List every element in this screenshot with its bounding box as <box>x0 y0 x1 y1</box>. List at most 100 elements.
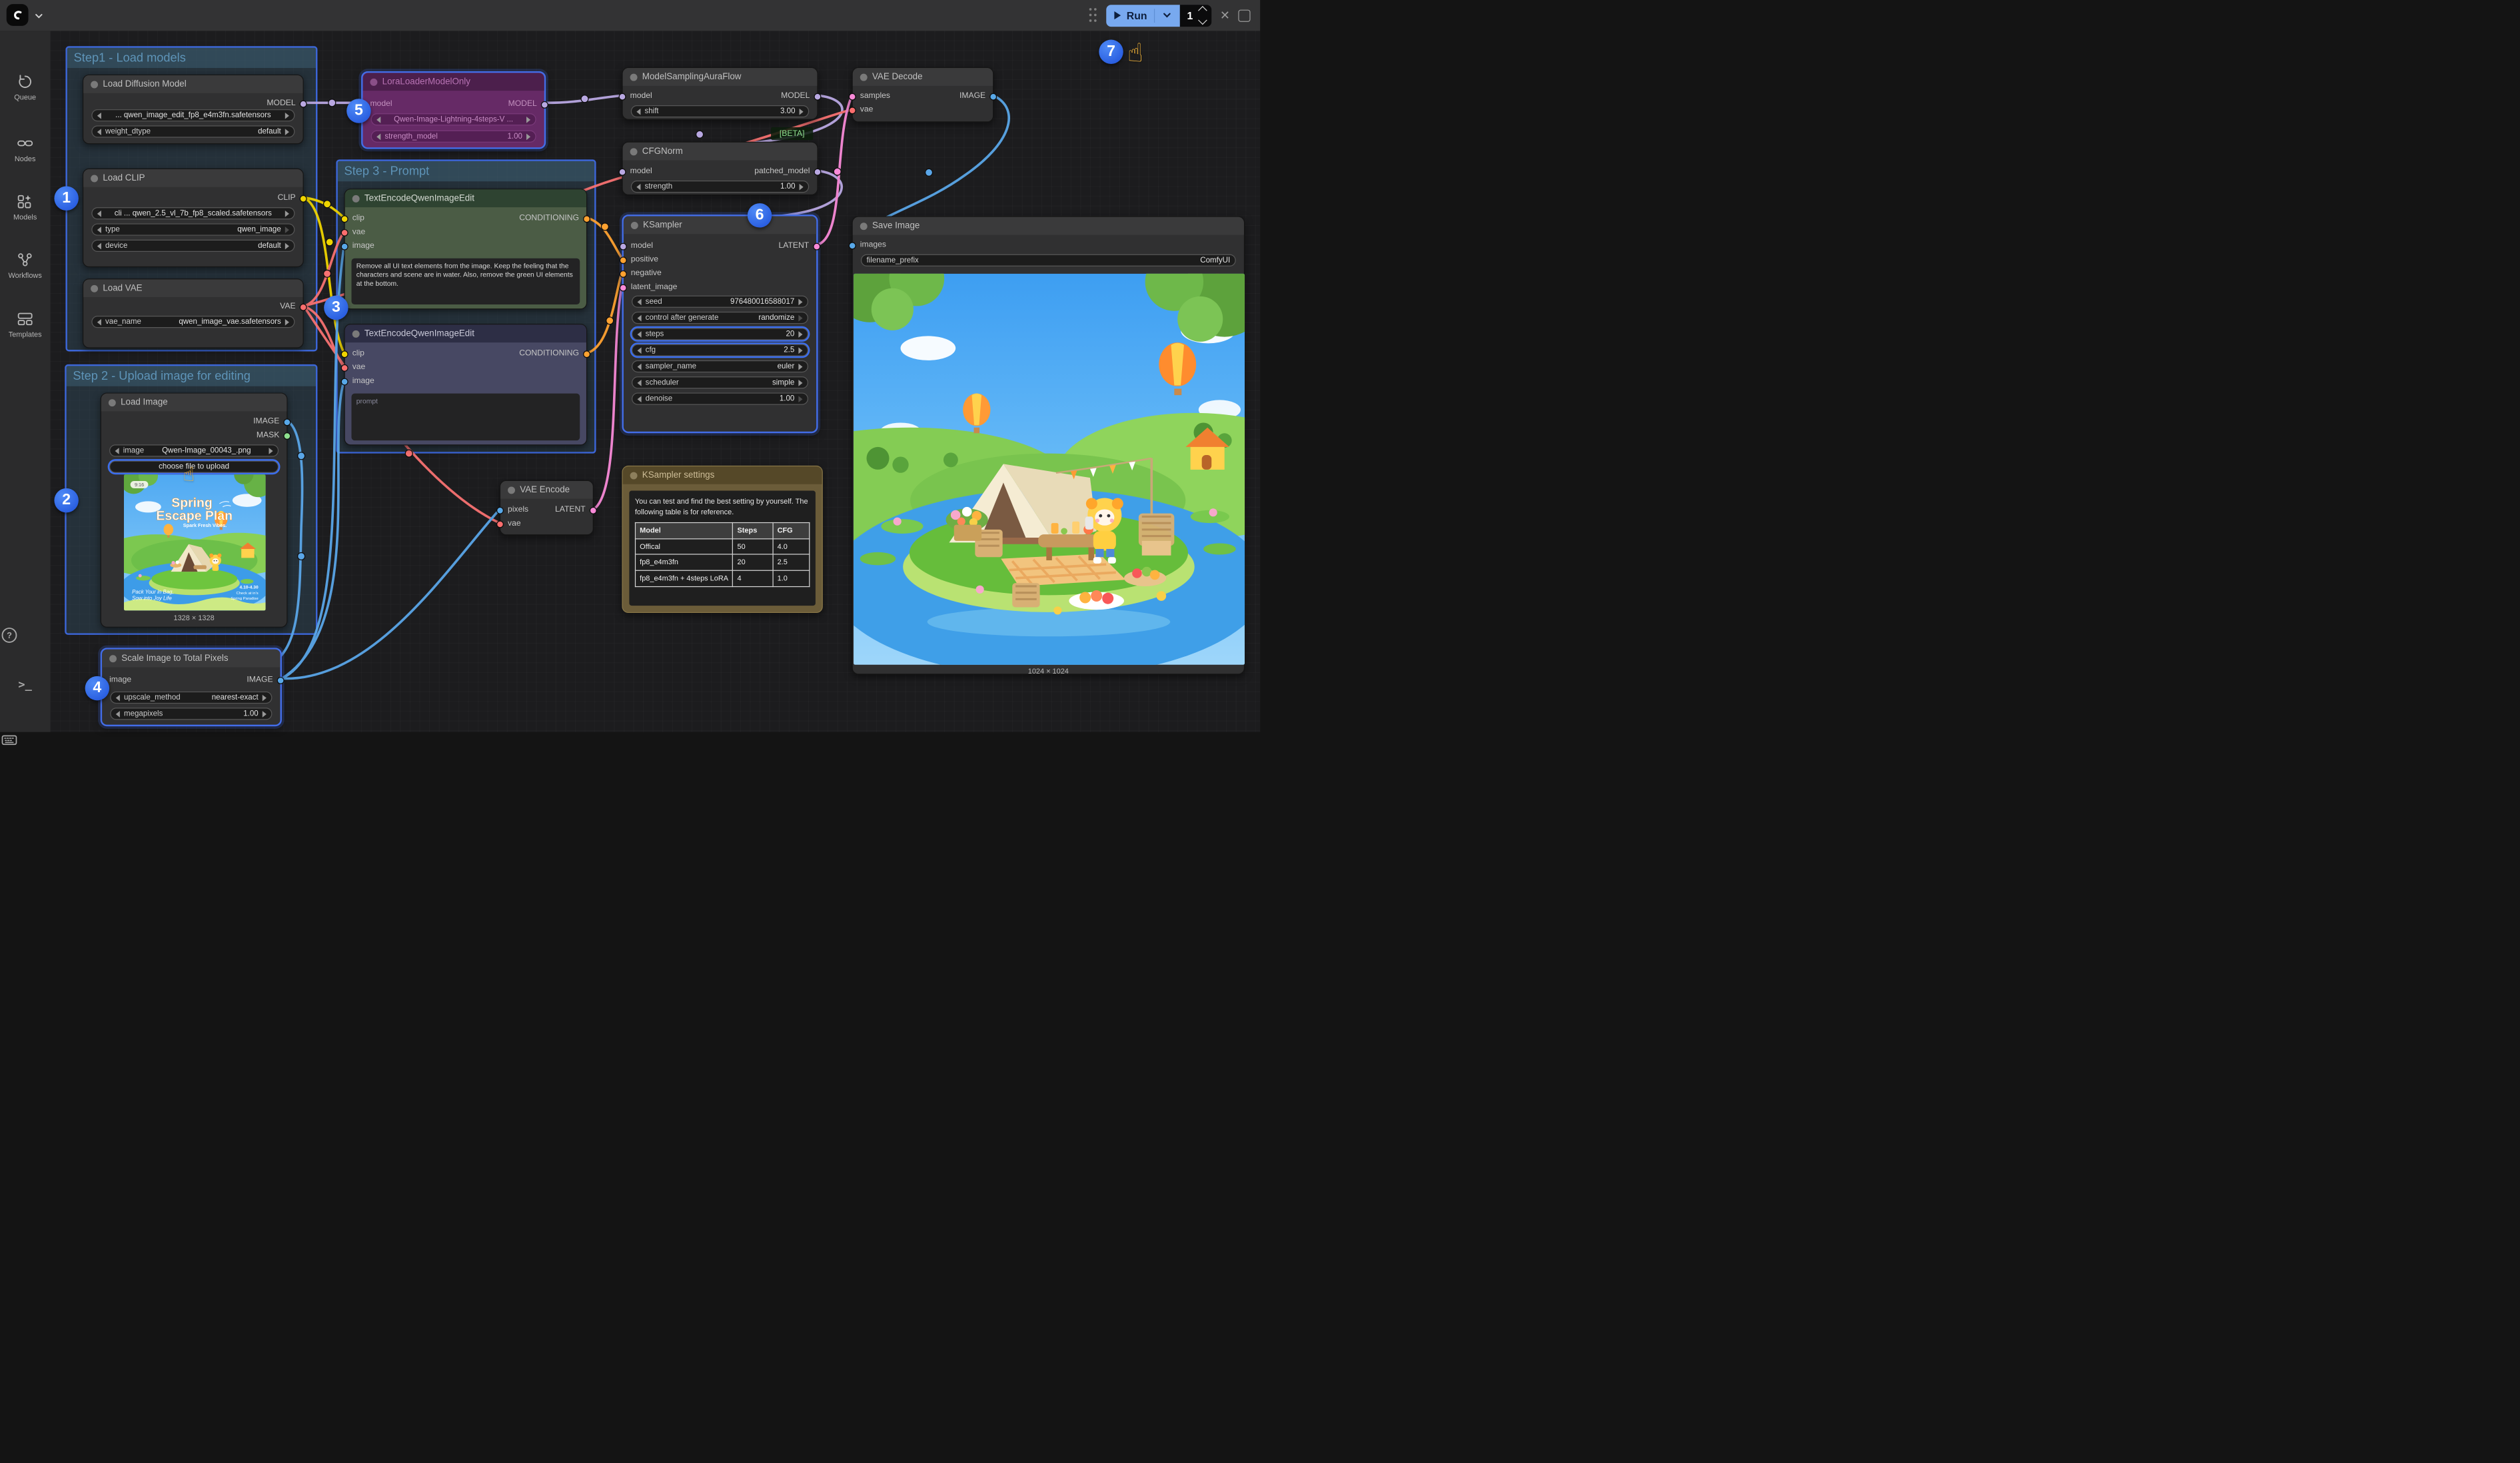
node-lora-loader[interactable]: LoraLoaderModelOnly model MODEL Qwen-Ima… <box>361 71 546 149</box>
latent-output-port[interactable] <box>590 507 597 514</box>
scheduler-widget[interactable]: scheduler simple <box>632 376 808 388</box>
shift-widget[interactable]: shift 3.00 <box>631 105 809 117</box>
next-option-icon[interactable] <box>263 694 267 701</box>
sidebar-item-templates[interactable]: Templates <box>0 310 50 338</box>
prev-option-icon[interactable] <box>116 711 120 718</box>
collapse-dot-icon[interactable] <box>352 330 360 337</box>
next-option-icon[interactable] <box>800 183 804 190</box>
next-option-icon[interactable] <box>285 243 289 249</box>
model-input-port[interactable] <box>620 243 627 250</box>
denoise-widget[interactable]: denoise 1.00 <box>632 392 808 404</box>
clip-name-widget[interactable]: cli ... qwen_2.5_vl_7b_fp8_scaled.safete… <box>91 207 295 219</box>
next-option-icon[interactable] <box>285 129 289 135</box>
clear-queue-icon[interactable]: ✕ <box>1220 9 1230 21</box>
strength-model-widget[interactable]: strength_model 1.00 <box>371 131 536 143</box>
next-option-icon[interactable] <box>798 330 802 337</box>
unet-name-widget[interactable]: ... qwen_image_edit_fp8_e4m3fn.safetenso… <box>91 109 295 121</box>
node-load-clip[interactable]: Load CLIP CLIP cli ... qwen_2.5_vl_7b_fp… <box>83 169 304 267</box>
patched-model-output-port[interactable] <box>814 169 821 176</box>
collapse-dot-icon[interactable] <box>631 221 638 229</box>
samples-input-port[interactable] <box>849 93 856 101</box>
next-option-icon[interactable] <box>285 210 289 217</box>
image-output-port[interactable] <box>989 93 997 101</box>
focus-mode-icon[interactable] <box>1238 9 1250 21</box>
latent-image-input-port[interactable] <box>620 284 627 292</box>
prev-option-icon[interactable] <box>638 298 642 305</box>
decrement-icon[interactable] <box>1199 16 1208 25</box>
collapse-dot-icon[interactable] <box>109 399 116 406</box>
vae-output-port[interactable] <box>300 304 307 311</box>
collapse-dot-icon[interactable] <box>508 486 515 494</box>
next-option-icon[interactable] <box>798 396 802 402</box>
next-option-icon[interactable] <box>798 363 802 370</box>
seed-widget[interactable]: seed 976480016588017 <box>632 296 808 308</box>
prev-option-icon[interactable] <box>638 396 642 402</box>
conditioning-output-port[interactable] <box>583 350 590 358</box>
node-vae-encode[interactable]: VAE Encode pixels vae LATENT <box>500 480 594 536</box>
clip-type-widget[interactable]: type qwen_image <box>91 223 295 235</box>
image-input-port[interactable] <box>341 378 348 386</box>
cfg-widget[interactable]: cfg 2.5 <box>632 344 808 356</box>
batch-count-input[interactable]: 1 <box>1180 5 1211 27</box>
node-scale-image[interactable]: Scale Image to Total Pixels image IMAGE … <box>101 648 282 726</box>
prev-option-icon[interactable] <box>638 347 642 354</box>
images-input-port[interactable] <box>849 242 856 249</box>
clip-input-port[interactable] <box>341 215 348 223</box>
prev-option-icon[interactable] <box>638 363 642 370</box>
run-button[interactable]: Run <box>1106 5 1180 27</box>
collapse-dot-icon[interactable] <box>352 195 360 202</box>
prev-option-icon[interactable] <box>97 243 101 249</box>
mask-output-port[interactable] <box>283 432 291 440</box>
prev-option-icon[interactable] <box>115 448 119 454</box>
vae-input-port[interactable] <box>341 229 348 237</box>
sampler-name-widget[interactable]: sampler_name euler <box>632 360 808 372</box>
next-option-icon[interactable] <box>798 298 802 305</box>
increment-icon[interactable] <box>1199 6 1208 15</box>
prev-option-icon[interactable] <box>97 318 101 325</box>
prev-option-icon[interactable] <box>97 227 101 233</box>
prev-option-icon[interactable] <box>636 108 640 115</box>
collapse-dot-icon[interactable] <box>630 73 638 81</box>
node-load-image[interactable]: Load Image IMAGE MASK image Qwen-Image_0… <box>101 392 288 627</box>
node-save-image[interactable]: Save Image images filename_prefix ComfyU… <box>852 217 1245 675</box>
toolbar-drag-handle[interactable] <box>1089 8 1097 23</box>
node-vae-decode[interactable]: VAE Decode samples vae IMAGE <box>852 67 994 123</box>
upscale-method-widget[interactable]: upscale_method nearest-exact <box>110 692 272 704</box>
prev-option-icon[interactable] <box>638 330 642 337</box>
node-load-vae[interactable]: Load VAE VAE vae_name qwen_image_vae.saf… <box>83 278 304 348</box>
weight-dtype-widget[interactable]: weight_dtype default <box>91 125 295 137</box>
prompt-textarea[interactable]: prompt <box>351 394 580 440</box>
comfyui-logo[interactable] <box>7 4 29 26</box>
clip-input-port[interactable] <box>341 350 348 358</box>
terminal-button[interactable]: >_ <box>0 679 50 692</box>
model-output-port[interactable] <box>300 101 307 108</box>
node-cfg-norm[interactable]: CFGNorm model patched_model strength 1.0… <box>622 142 818 195</box>
prev-option-icon[interactable] <box>97 112 101 119</box>
collapse-dot-icon[interactable] <box>860 223 868 230</box>
vae-name-widget[interactable]: vae_name qwen_image_vae.safetensors <box>91 316 295 328</box>
collapse-dot-icon[interactable] <box>91 284 98 292</box>
collapse-dot-icon[interactable] <box>370 78 377 85</box>
next-option-icon[interactable] <box>798 379 802 386</box>
model-input-port[interactable] <box>619 93 626 101</box>
collapse-dot-icon[interactable] <box>109 655 117 662</box>
next-option-icon[interactable] <box>269 448 273 454</box>
node-ksampler[interactable]: KSampler model positive negative latent_… <box>622 215 818 433</box>
next-option-icon[interactable] <box>798 314 802 321</box>
node-model-sampling-auraflow[interactable]: ModelSamplingAuraFlow model MODEL shift … <box>622 67 818 120</box>
collapse-dot-icon[interactable] <box>630 472 638 479</box>
model-output-port[interactable] <box>541 101 548 109</box>
lora-name-widget[interactable]: Qwen-Image-Lightning-4steps-V ... <box>371 113 536 125</box>
sidebar-item-workflows[interactable]: Workflows <box>0 251 50 280</box>
node-text-encode-positive[interactable]: TextEncodeQwenImageEdit clip vae image C… <box>344 189 588 309</box>
prev-option-icon[interactable] <box>376 116 380 123</box>
vae-input-port[interactable] <box>341 364 348 372</box>
image-output-port[interactable] <box>277 677 285 684</box>
latent-output-port[interactable] <box>813 243 820 250</box>
next-option-icon[interactable] <box>798 347 802 354</box>
node-ksampler-settings-note[interactable]: KSampler settings You can test and find … <box>622 466 822 613</box>
keyboard-shortcuts-button[interactable] <box>0 730 50 749</box>
sidebar-item-queue[interactable]: Queue <box>0 73 50 101</box>
prev-option-icon[interactable] <box>97 210 101 217</box>
sidebar-item-nodes[interactable]: Nodes <box>0 135 50 163</box>
